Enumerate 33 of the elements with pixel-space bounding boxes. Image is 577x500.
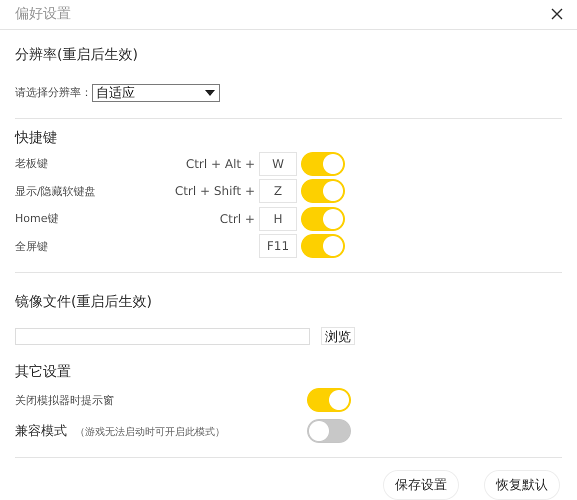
toggle-switch[interactable] [301, 234, 345, 258]
toggle-switch[interactable] [307, 388, 351, 412]
browse-button[interactable]: 浏览 [321, 327, 355, 345]
key-field[interactable]: W [259, 152, 297, 176]
section-heading: 其它设置 [15, 363, 72, 381]
modifier-keys: Ctrl + [220, 212, 255, 226]
resolution-dropdown[interactable]: 自适应 [92, 84, 220, 102]
shortcut-label: 显示/隐藏软键盘 [15, 184, 97, 198]
key-field[interactable]: F11 [259, 234, 297, 258]
reset-button[interactable]: 恢复默认 [484, 470, 560, 500]
shortcut-label: Home键 [15, 211, 60, 226]
modifier-keys: Ctrl + Alt + [186, 156, 255, 170]
setting-label: 兼容模式 [15, 423, 67, 440]
modifier-keys: Ctrl + Shift + [174, 184, 255, 198]
save-button[interactable]: 保存设置 [383, 470, 459, 500]
file-path-field[interactable] [15, 328, 310, 344]
shortcut-label: 老板键 [15, 156, 49, 171]
toggle-switch[interactable] [307, 419, 351, 443]
section-heading: 分辨率(重启后生效) [15, 46, 139, 64]
field-label: 请选择分辨率： [15, 85, 92, 100]
section-heading: 镜像文件(重启后生效) [15, 293, 153, 311]
setting-label: 关闭模拟器时提示窗 [15, 392, 115, 408]
section-heading: 快捷键 [15, 128, 58, 146]
setting-note: （游戏无法启动时可开启此模式） [75, 426, 225, 439]
caret-icon [205, 90, 215, 96]
key-field[interactable]: H [259, 206, 297, 230]
toggle-switch[interactable] [301, 206, 345, 230]
close-icon[interactable] [551, 8, 563, 20]
toggle-switch[interactable] [301, 179, 345, 203]
key-field[interactable]: Z [259, 179, 297, 203]
window-title: 偏好设置 [15, 5, 71, 24]
toggle-switch[interactable] [301, 152, 345, 176]
shortcut-label: 全屏键 [15, 238, 49, 254]
